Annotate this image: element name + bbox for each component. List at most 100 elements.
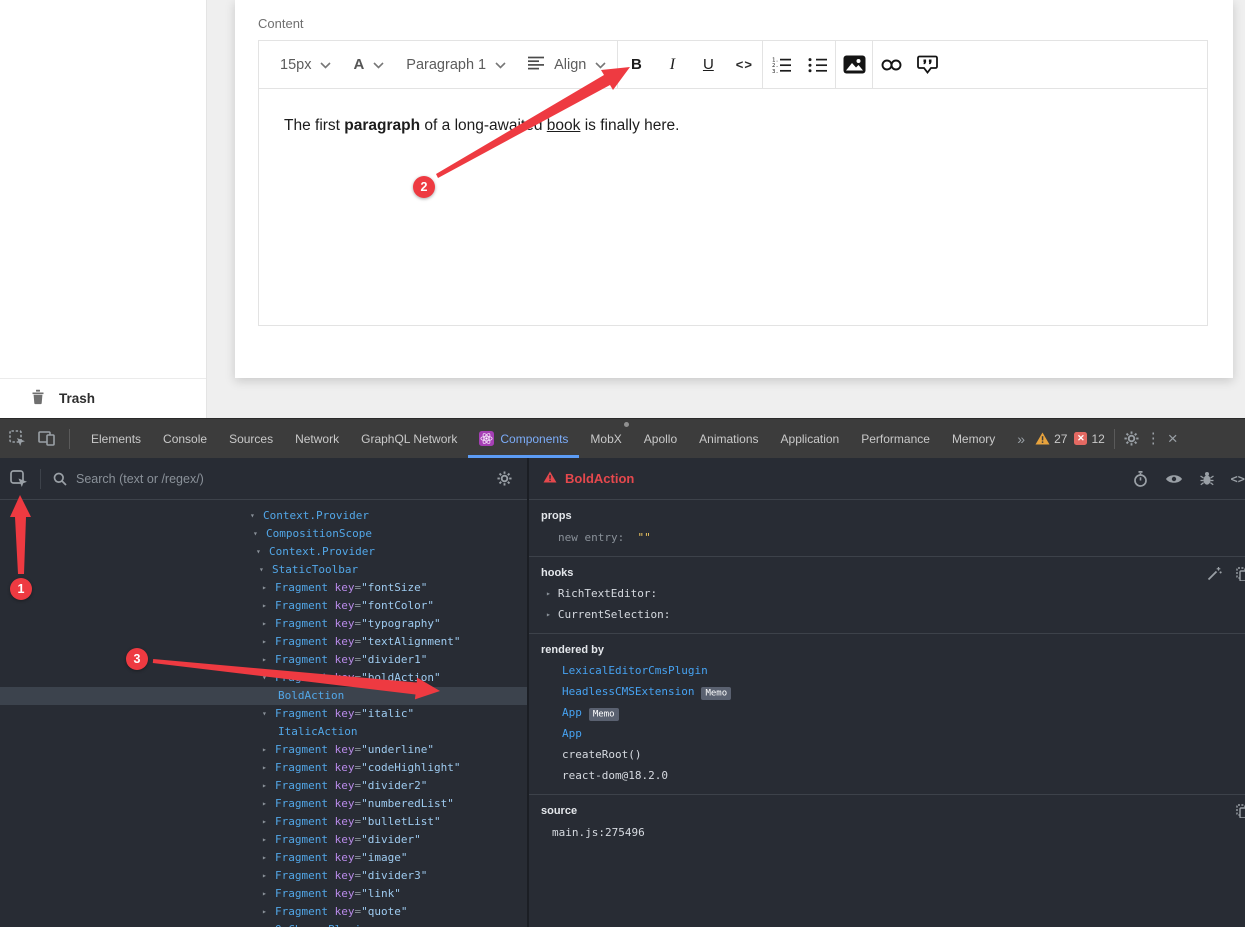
chevron-expanded-icon[interactable]: ▾	[256, 543, 269, 561]
tree-row-StaticToolbar[interactable]: ▾StaticToolbar	[0, 561, 527, 579]
hook-row-currentselection[interactable]: ▸CurrentSelection:	[546, 608, 1233, 621]
font-size-dropdown[interactable]: 15px	[269, 41, 342, 88]
tree-row-bulletList[interactable]: ▸Fragment key="bulletList"	[0, 813, 527, 831]
chevron-collapsed-icon[interactable]: ▸	[262, 867, 275, 885]
numbered-list-button[interactable]: 1.2.3.	[763, 41, 799, 88]
chevron-expanded-icon[interactable]: ▾	[262, 705, 275, 723]
insert-quote-button[interactable]	[909, 41, 945, 88]
chevron-collapsed-icon[interactable]: ▸	[262, 777, 275, 795]
inspect-dom-eye-icon[interactable]	[1165, 473, 1183, 485]
code-button[interactable]: <>	[726, 41, 762, 88]
prop-value[interactable]: ""	[637, 531, 650, 544]
tree-row-Context.Provider[interactable]: ▾Context.Provider	[0, 543, 527, 561]
chevron-expanded-icon[interactable]: ▾	[250, 507, 263, 525]
editor-content-area[interactable]: The first paragraph of a long-awaited bo…	[259, 89, 1207, 326]
tree-row-link[interactable]: ▸Fragment key="link"	[0, 885, 527, 903]
tree-row-divider1[interactable]: ▸Fragment key="divider1"	[0, 651, 527, 669]
suspense-timer-icon[interactable]	[1133, 471, 1148, 487]
select-component-icon[interactable]	[10, 470, 28, 488]
chevron-expanded-icon[interactable]: ▾	[259, 561, 272, 579]
tree-row-fontSize[interactable]: ▸Fragment key="fontSize"	[0, 579, 527, 597]
chevron-collapsed-icon[interactable]: ▸	[262, 885, 275, 903]
debug-bug-icon[interactable]	[1200, 471, 1214, 486]
tab-components[interactable]: Components	[468, 419, 579, 458]
tree-row-italic[interactable]: ▾Fragment key="italic"	[0, 705, 527, 723]
prop-new-entry[interactable]: new entry: ""	[558, 531, 1233, 544]
copy-hooks-icon[interactable]	[1236, 566, 1245, 581]
font-color-dropdown[interactable]: A	[342, 41, 395, 88]
tree-row-BoldAction[interactable]: BoldAction	[0, 687, 527, 705]
tree-row-typography[interactable]: ▸Fragment key="typography"	[0, 615, 527, 633]
owner-link[interactable]: HeadlessCMSExtension	[562, 685, 694, 698]
underline-button[interactable]: U	[690, 41, 726, 88]
tree-row-divider[interactable]: ▸Fragment key="divider"	[0, 831, 527, 849]
chevron-expanded-icon[interactable]: ▾	[262, 669, 275, 687]
chevron-collapsed-icon[interactable]: ▸	[262, 759, 275, 777]
tab-elements[interactable]: Elements	[80, 419, 152, 458]
more-tabs-icon[interactable]: »	[1014, 431, 1028, 447]
tree-row-numberedList[interactable]: ▸Fragment key="numberedList"	[0, 795, 527, 813]
chevron-collapsed-icon[interactable]: ▸	[262, 831, 275, 849]
chevron-collapsed-icon[interactable]: ▸	[262, 849, 275, 867]
insert-image-button[interactable]	[836, 41, 872, 88]
close-devtools-icon[interactable]: ×	[1168, 430, 1178, 447]
tree-row-underline[interactable]: ▸Fragment key="underline"	[0, 741, 527, 759]
search-input[interactable]: Search (text or /regex/)	[76, 472, 488, 486]
chevron-expanded-icon[interactable]: ▾	[253, 525, 266, 543]
inspect-element-icon[interactable]	[9, 430, 26, 447]
tree-row-image[interactable]: ▸Fragment key="image"	[0, 849, 527, 867]
insert-link-button[interactable]	[873, 41, 909, 88]
tab-memory[interactable]: Memory	[941, 419, 1006, 458]
tab-sources[interactable]: Sources	[218, 419, 284, 458]
view-source-icon[interactable]: <>	[1231, 472, 1245, 486]
hook-row-richtexteditor[interactable]: ▸RichTextEditor:	[546, 587, 1233, 600]
tree-row-codeHighlight[interactable]: ▸Fragment key="codeHighlight"	[0, 759, 527, 777]
chevron-collapsed-icon[interactable]: ▸	[262, 633, 275, 651]
error-icon[interactable]: ✕ 12	[1074, 432, 1104, 446]
block-type-dropdown[interactable]: Paragraph 1	[395, 41, 517, 88]
tab-apollo[interactable]: Apollo	[633, 419, 688, 458]
tree-row-CompositionScope[interactable]: ▾CompositionScope	[0, 525, 527, 543]
tree-row-fontColor[interactable]: ▸Fragment key="fontColor"	[0, 597, 527, 615]
sidebar-item-trash[interactable]: Trash	[0, 378, 206, 418]
chevron-collapsed-icon[interactable]: ▸	[262, 741, 275, 759]
chevron-collapsed-icon[interactable]: ▸	[262, 651, 275, 669]
owner-link[interactable]: App	[562, 706, 582, 719]
tree-row-quote[interactable]: ▸Fragment key="quote"	[0, 903, 527, 921]
parse-hook-names-wand-icon[interactable]	[1207, 566, 1222, 581]
tree-row-ItalicAction[interactable]: ItalicAction	[0, 723, 527, 741]
source-location[interactable]: main.js:275496	[552, 826, 1233, 839]
tab-console[interactable]: Console	[152, 419, 218, 458]
align-dropdown[interactable]: Align	[517, 41, 617, 88]
tab-performance[interactable]: Performance	[850, 419, 941, 458]
kebab-menu-icon[interactable]: ⋮	[1146, 431, 1161, 446]
tab-application[interactable]: Application	[770, 419, 851, 458]
tab-graphql-network[interactable]: GraphQL Network	[350, 419, 468, 458]
copy-source-icon[interactable]	[1236, 804, 1245, 818]
chevron-collapsed-icon[interactable]: ▸	[262, 615, 275, 633]
tab-network[interactable]: Network	[284, 419, 350, 458]
device-toolbar-icon[interactable]	[38, 431, 55, 446]
tree-row-Context.Provider[interactable]: ▾Context.Provider	[0, 507, 527, 525]
chevron-collapsed-icon[interactable]: ▸	[262, 579, 275, 597]
tree-row-divider2[interactable]: ▸Fragment key="divider2"	[0, 777, 527, 795]
chevron-collapsed-icon[interactable]: ▸	[262, 597, 275, 615]
tree-row-divider3[interactable]: ▸Fragment key="divider3"	[0, 867, 527, 885]
chevron-collapsed-icon[interactable]: ▸	[546, 610, 551, 619]
settings-gear-icon[interactable]	[1124, 431, 1139, 446]
bullet-list-button[interactable]	[799, 41, 835, 88]
tab-animations[interactable]: Animations	[688, 419, 769, 458]
tree-row-OnChangePlugin[interactable]: OnChangePlugin	[0, 921, 527, 927]
chevron-collapsed-icon[interactable]: ▸	[546, 589, 551, 598]
tree-settings-gear-icon[interactable]	[497, 471, 512, 486]
tree-row-boldAction[interactable]: ▾Fragment key="boldAction"	[0, 669, 527, 687]
owner-link[interactable]: LexicalEditorCmsPlugin	[562, 664, 708, 677]
chevron-collapsed-icon[interactable]: ▸	[262, 903, 275, 921]
tab-mobx[interactable]: MobX	[579, 419, 632, 458]
bold-button[interactable]: B	[618, 41, 654, 88]
chevron-collapsed-icon[interactable]: ▸	[262, 795, 275, 813]
owner-link[interactable]: App	[562, 727, 582, 740]
tree-row-textAlignment[interactable]: ▸Fragment key="textAlignment"	[0, 633, 527, 651]
italic-button[interactable]: I	[654, 41, 690, 88]
chevron-collapsed-icon[interactable]: ▸	[262, 813, 275, 831]
